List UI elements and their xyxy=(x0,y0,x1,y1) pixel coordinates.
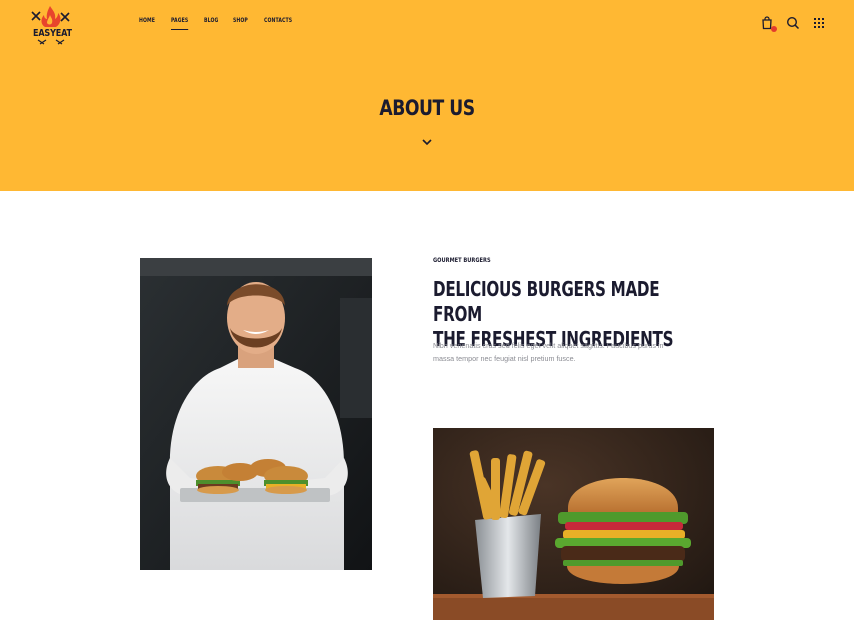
cart-count-badge xyxy=(771,26,777,32)
nav-home[interactable]: HOME xyxy=(139,17,155,24)
burger-and-fries-photo xyxy=(433,428,714,620)
cart-icon[interactable] xyxy=(760,16,777,32)
header-icons xyxy=(760,16,826,32)
nav-contacts[interactable]: CONTACTS xyxy=(264,17,292,24)
nav-pages[interactable]: PAGES xyxy=(170,17,188,30)
nav-blog[interactable]: BLOG xyxy=(204,17,218,24)
search-icon[interactable] xyxy=(786,16,800,30)
chef-holding-burgers-photo xyxy=(140,258,372,570)
logo-flame-icon xyxy=(31,6,70,45)
page-title: ABOUT US xyxy=(379,96,475,120)
main-nav: HOME PAGES BLOG SHOP CONTACTS xyxy=(139,17,310,30)
section-body-text: Nibh venenatis cras sed felis eget velit… xyxy=(433,339,693,365)
grid-menu-icon[interactable] xyxy=(812,16,826,30)
chevron-down-icon[interactable] xyxy=(421,134,433,146)
section-eyebrow: GOURMET BURGERS xyxy=(433,257,491,264)
logo-text: EASYEAT xyxy=(33,28,72,39)
headline-line-1: DELICIOUS BURGERS MADE FROM xyxy=(433,277,660,326)
nav-shop[interactable]: SHOP xyxy=(233,17,248,24)
body-line-2: massa tempor nec feugiat nisl pretium fu… xyxy=(433,354,576,363)
logo[interactable]: EASYEAT xyxy=(28,4,74,46)
body-line-1: Nibh venenatis cras sed felis eget velit… xyxy=(433,341,664,350)
